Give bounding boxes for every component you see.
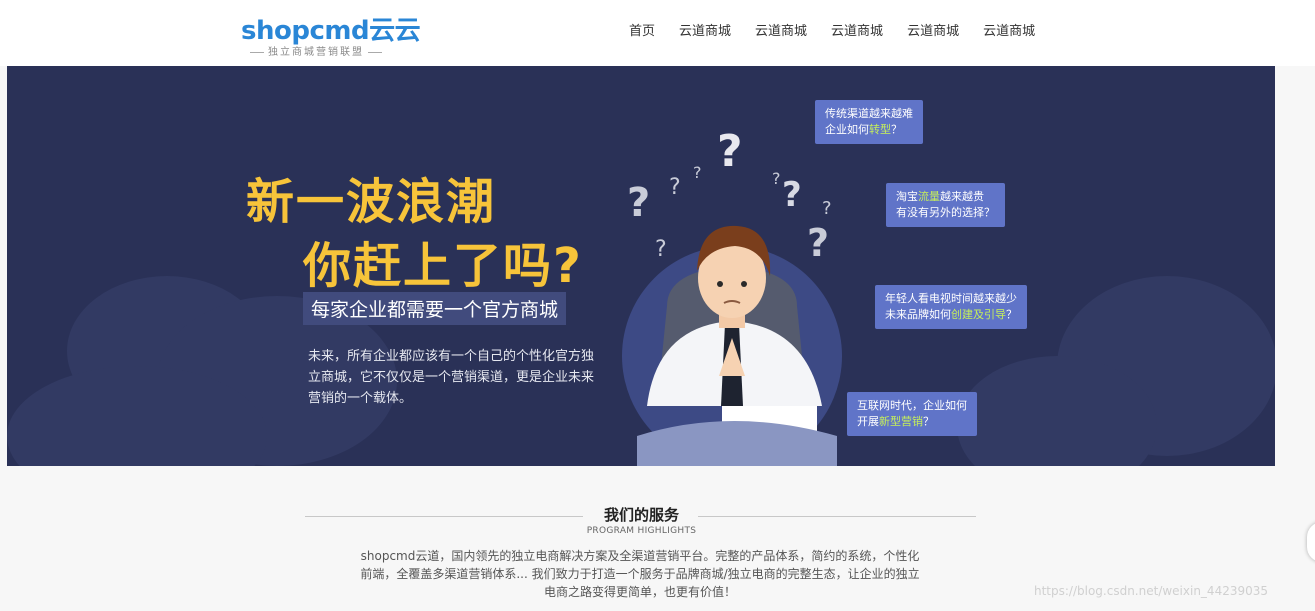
headline-line2: 你赶上了吗? [303, 238, 583, 294]
question-bubble-4: 互联网时代，企业如何 开展新型营销？ [847, 392, 977, 436]
confused-businessman-illustration: ? ? ? ? ? ? ? ? ? [607, 106, 867, 466]
bubble-2-line1: 淘宝流量越来越贵 [896, 190, 984, 203]
svg-text:?: ? [807, 221, 829, 265]
question-bubble-2: 淘宝流量越来越贵 有没有另外的选择？ [886, 183, 1005, 227]
bubble-4-line1: 互联网时代，企业如何 [857, 399, 967, 412]
bubble-1-line2: 企业如何转型？ [825, 123, 902, 136]
hero-banner: 新一波浪潮 你赶上了吗? 每家企业都需要一个官方商城 未来，所有企业都应该有一个… [7, 66, 1275, 466]
svg-text:?: ? [717, 126, 743, 177]
bubble-3-line1: 年轻人看电视时间越来越少 [885, 292, 1017, 305]
svg-text:?: ? [669, 175, 681, 200]
svg-text:?: ? [822, 198, 832, 219]
nav-item-yundao-3[interactable]: 云道商城 [819, 22, 895, 42]
services-title: 我们的服务 [603, 506, 679, 524]
logo[interactable]: shopcmd云云 独立商城营销联盟 [241, 10, 421, 58]
header: shopcmd云云 独立商城营销联盟 首页 云道商城 云道商城 云道商城 云道商… [0, 0, 1315, 66]
subheadline: 每家企业都需要一个官方商城 [303, 292, 567, 325]
watermark: https://blog.csdn.net/weixin_44239035 [1034, 584, 1269, 598]
bubble-1-line1: 传统渠道越来越难 [825, 107, 913, 120]
svg-text:?: ? [772, 169, 781, 188]
banner-description: 未来，所有企业都应该有一个自己的个性化官方独立商城，它不仅仅是一个营销渠道，更是… [308, 349, 595, 406]
nav-item-yundao-4[interactable]: 云道商城 [895, 22, 971, 42]
services-subtitle: PROGRAM HIGHLIGHTS [586, 526, 697, 536]
nav-item-home[interactable]: 首页 [617, 22, 667, 42]
svg-text:?: ? [693, 163, 702, 182]
svg-text:?: ? [627, 180, 650, 226]
question-bubble-1: 传统渠道越来越难 企业如何转型？ [815, 100, 923, 144]
svg-text:?: ? [782, 175, 802, 215]
bubble-2-line2: 有没有另外的选择？ [896, 206, 995, 219]
headline-line1: 新一波浪潮 [246, 174, 497, 230]
logo-brand: shopcmd云云 [241, 16, 421, 46]
businessman-figure: ? ? ? ? ? ? ? ? ? [627, 126, 837, 466]
nav-item-yundao-5[interactable]: 云道商城 [971, 22, 1047, 42]
logo-tagline: 独立商城营销联盟 [241, 43, 391, 58]
svg-text:?: ? [655, 237, 667, 262]
services-description: shopcmd云道，国内领先的独立电商解决方案及全渠道营销平台。完整的产品体系，… [360, 549, 920, 599]
bubble-3-line2: 未来品牌如何创建及引导？ [885, 308, 1017, 321]
main-nav: 首页 云道商城 云道商城 云道商城 云道商城 云道商城 [617, 22, 1047, 42]
nav-item-yundao-2[interactable]: 云道商城 [743, 22, 819, 42]
nav-item-yundao-1[interactable]: 云道商城 [667, 22, 743, 42]
bubble-4-line2: 开展新型营销？ [857, 415, 934, 428]
question-bubble-3: 年轻人看电视时间越来越少 未来品牌如何创建及引导？ [875, 285, 1027, 329]
side-float-button[interactable] [1307, 522, 1315, 562]
